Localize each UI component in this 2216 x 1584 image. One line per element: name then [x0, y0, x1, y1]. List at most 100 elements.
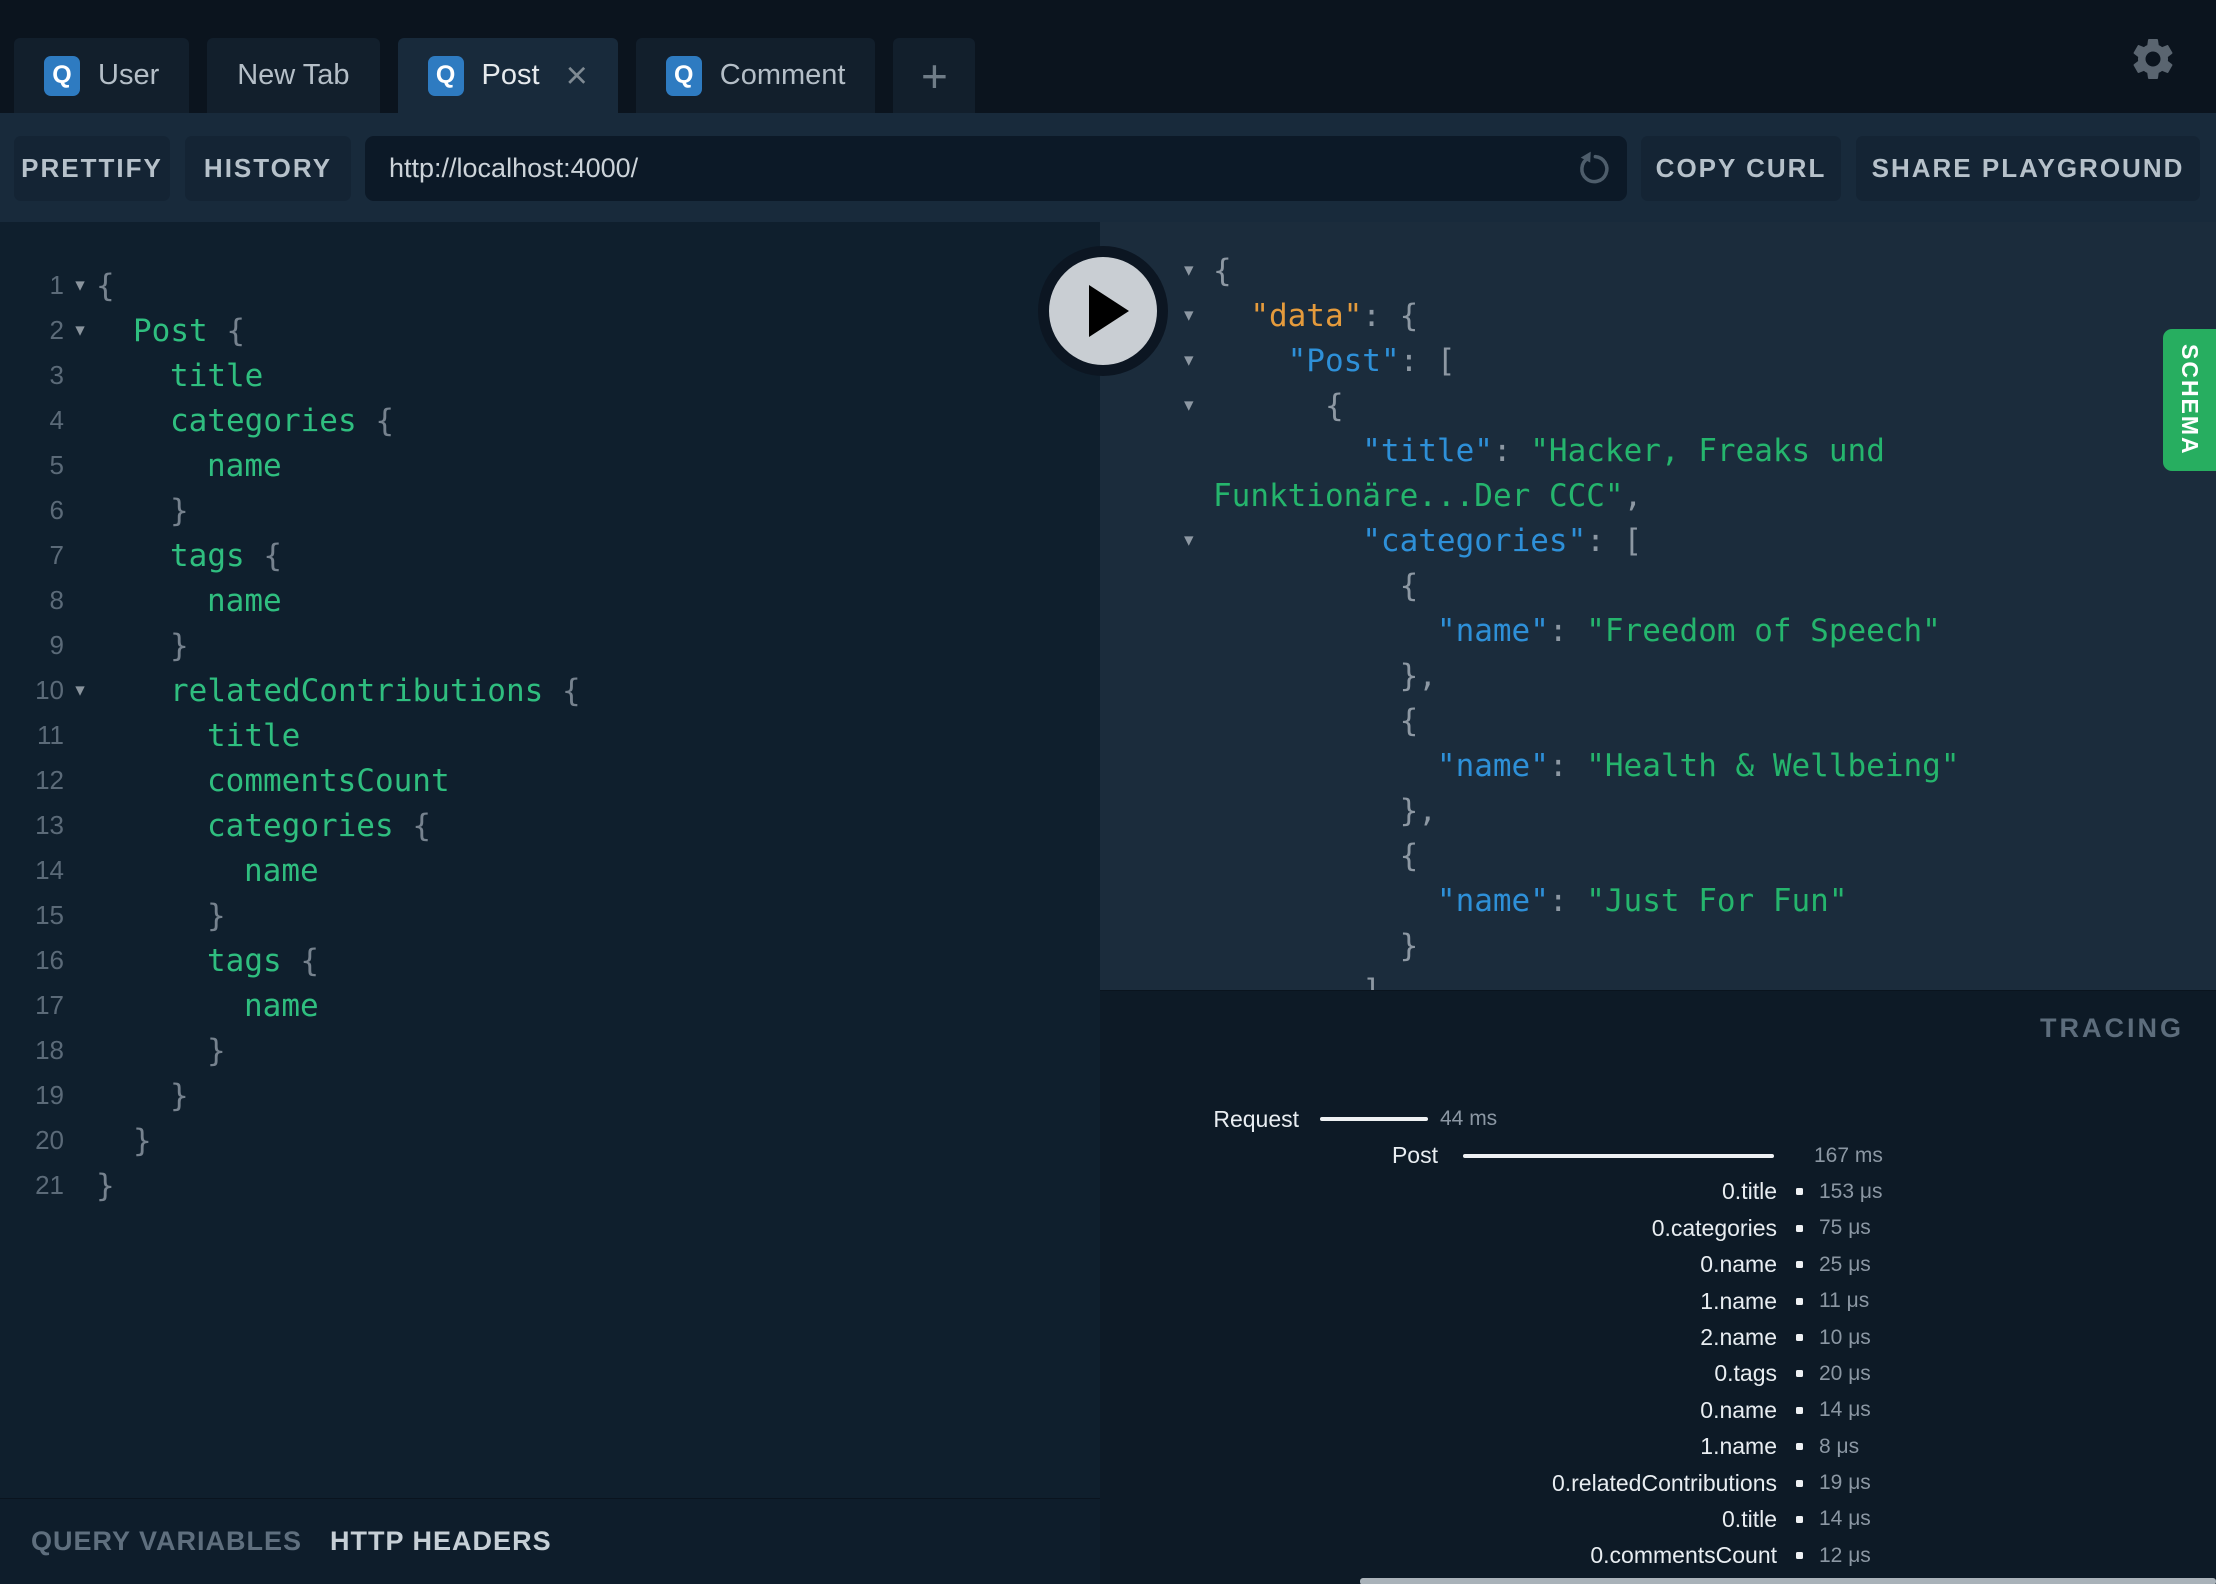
tab-comment[interactable]: Q Comment: [635, 38, 876, 113]
line-number: 2: [49, 315, 64, 345]
tracing-bar: [1320, 1117, 1428, 1122]
code-text: name: [207, 582, 282, 619]
line-number: 4: [49, 405, 64, 435]
tab-post[interactable]: Q Post ×: [397, 38, 618, 113]
tracing-row: Post 167 ms: [1100, 1137, 2216, 1173]
execute-play-button[interactable]: [1038, 246, 1168, 376]
response-line: }: [1100, 923, 2216, 968]
code-text: categories {: [170, 402, 394, 439]
settings-gear-icon[interactable]: [2128, 34, 2178, 84]
response-line: "title": "Hacker, Freaks und: [1100, 428, 2216, 473]
share-playground-button[interactable]: SHARE PLAYGROUND: [1856, 136, 2200, 201]
code-text: {: [96, 267, 115, 304]
tracing-label: 1.name: [1700, 1287, 1777, 1314]
fold-arrow-icon[interactable]: ▾: [1100, 394, 1213, 417]
prettify-button[interactable]: PRETTIFY: [14, 136, 170, 201]
query-editor[interactable]: 1 ▾{2 ▾ Post {3 title 4 categories {5 name 6} 7 ta…: [0, 222, 1100, 1584]
horizontal-scrollbar[interactable]: [1360, 1578, 2216, 1584]
editor-line: 2 ▾ Post {: [0, 308, 1100, 353]
response-line: },: [1100, 653, 2216, 698]
code-text: tags {: [207, 942, 319, 979]
tracing-dot: [1796, 1406, 1803, 1414]
play-triangle-icon: [1089, 285, 1129, 337]
tracing-time: 75 μs: [1819, 1216, 1871, 1240]
json-text: ]: [1213, 973, 1381, 991]
tracing-label: Post: [1391, 1142, 1438, 1169]
fold-arrow-icon[interactable]: ▾: [64, 274, 96, 297]
response-line: ]: [1100, 968, 2216, 991]
json-text: "name": "Just For Fun": [1436, 882, 1848, 919]
json-text: "name": "Health & Wellbeing": [1436, 747, 1960, 784]
tracing-row: 0.commentsCount 12 μs: [1100, 1538, 2216, 1574]
endpoint-url-input[interactable]: [365, 153, 1575, 184]
editor-line: 12 commentsCount: [0, 758, 1100, 803]
editor-line: 15}: [0, 893, 1100, 938]
json-text: "title": "Hacker, Freaks und: [1362, 432, 1885, 469]
query-badge: Q: [427, 55, 464, 96]
code-text: title: [170, 357, 264, 394]
tab-user[interactable]: Q User: [14, 38, 190, 113]
editor-line: 20}: [0, 1118, 1100, 1163]
tab-label: Post: [481, 59, 540, 91]
editor-line: 9}: [0, 623, 1100, 668]
editor-line: 18}: [0, 1028, 1100, 1073]
response-line: "name": "Health & Wellbeing": [1100, 743, 2216, 788]
tracing-label: 1.name: [1700, 1433, 1777, 1460]
code-text: tags {: [170, 537, 282, 574]
tracing-dot: [1796, 1261, 1803, 1269]
response-line: },: [1100, 788, 2216, 833]
tracing-label: 0.name: [1700, 1251, 1777, 1278]
json-text: },: [1399, 657, 1437, 694]
history-button[interactable]: HISTORY: [185, 136, 351, 201]
editor-line: 14 name: [0, 848, 1100, 893]
tracing-time: 14 μs: [1819, 1507, 1871, 1531]
editor-line: 16 tags {: [0, 938, 1100, 983]
tracing-dot: [1796, 1479, 1803, 1487]
add-tab-button[interactable]: +: [893, 38, 976, 113]
line-number: 3: [49, 360, 64, 390]
fold-arrow-icon[interactable]: ▾: [64, 679, 96, 702]
line-number: 8: [49, 585, 64, 615]
editor-line: 5 name: [0, 443, 1100, 488]
code-text: relatedContributions {: [170, 672, 581, 709]
code-text: name: [244, 852, 319, 889]
line-number: 9: [49, 630, 64, 660]
response-line: "name": "Just For Fun": [1100, 878, 2216, 923]
graphql-playground-window: Q User New Tab Q Post × Q Comment + PRETTIFY HIS…: [0, 0, 2216, 1584]
code-text: Post {: [133, 312, 245, 349]
tracing-label: 0.name: [1700, 1396, 1777, 1423]
refresh-icon[interactable]: [1575, 150, 1613, 188]
tracing-time: 10 μs: [1819, 1325, 1871, 1349]
fold-arrow-icon[interactable]: ▾: [1100, 529, 1213, 552]
tracing-dot: [1796, 1515, 1803, 1523]
code-text: }: [133, 1122, 152, 1159]
tracing-row: 0.name 25 μs: [1100, 1247, 2216, 1283]
tracing-row: 0.title 14 μs: [1100, 1501, 2216, 1537]
toolbar: PRETTIFY HISTORY COPY CURL SHARE PLAYGRO…: [0, 113, 2216, 222]
tracing-time: 153 μs: [1819, 1179, 1883, 1203]
editor-line: 19}: [0, 1073, 1100, 1118]
editor-line: 10 ▾ relatedContributions {: [0, 668, 1100, 713]
json-text: "categories": [: [1362, 522, 1643, 559]
tab-new-tab[interactable]: New Tab: [207, 38, 380, 113]
tracing-label: Request: [1213, 1105, 1299, 1132]
tracing-dot: [1796, 1224, 1803, 1232]
response-line: {: [1100, 698, 2216, 743]
http-headers-tab[interactable]: HTTP HEADERS: [330, 1526, 552, 1557]
json-text: },: [1399, 792, 1437, 829]
query-variables-tab[interactable]: QUERY VARIABLES: [31, 1526, 302, 1557]
code-text: name: [207, 447, 282, 484]
code-text: }: [96, 1167, 115, 1204]
copy-curl-button[interactable]: COPY CURL: [1641, 136, 1841, 201]
json-text: "name": "Freedom of Speech": [1436, 612, 1941, 649]
fold-arrow-icon[interactable]: ▾: [64, 319, 96, 342]
tracing-time: 44 ms: [1440, 1107, 1498, 1131]
tracing-label: 0.tags: [1714, 1360, 1777, 1387]
schema-tab[interactable]: SCHEMA: [2163, 329, 2216, 471]
tracing-row: 1.name 11 μs: [1100, 1283, 2216, 1319]
tracing-row: 1.name 8 μs: [1100, 1429, 2216, 1465]
line-number: 12: [35, 765, 64, 795]
json-text: {: [1324, 387, 1344, 424]
query-badge: Q: [665, 55, 702, 96]
tracing-dot: [1796, 1443, 1803, 1451]
